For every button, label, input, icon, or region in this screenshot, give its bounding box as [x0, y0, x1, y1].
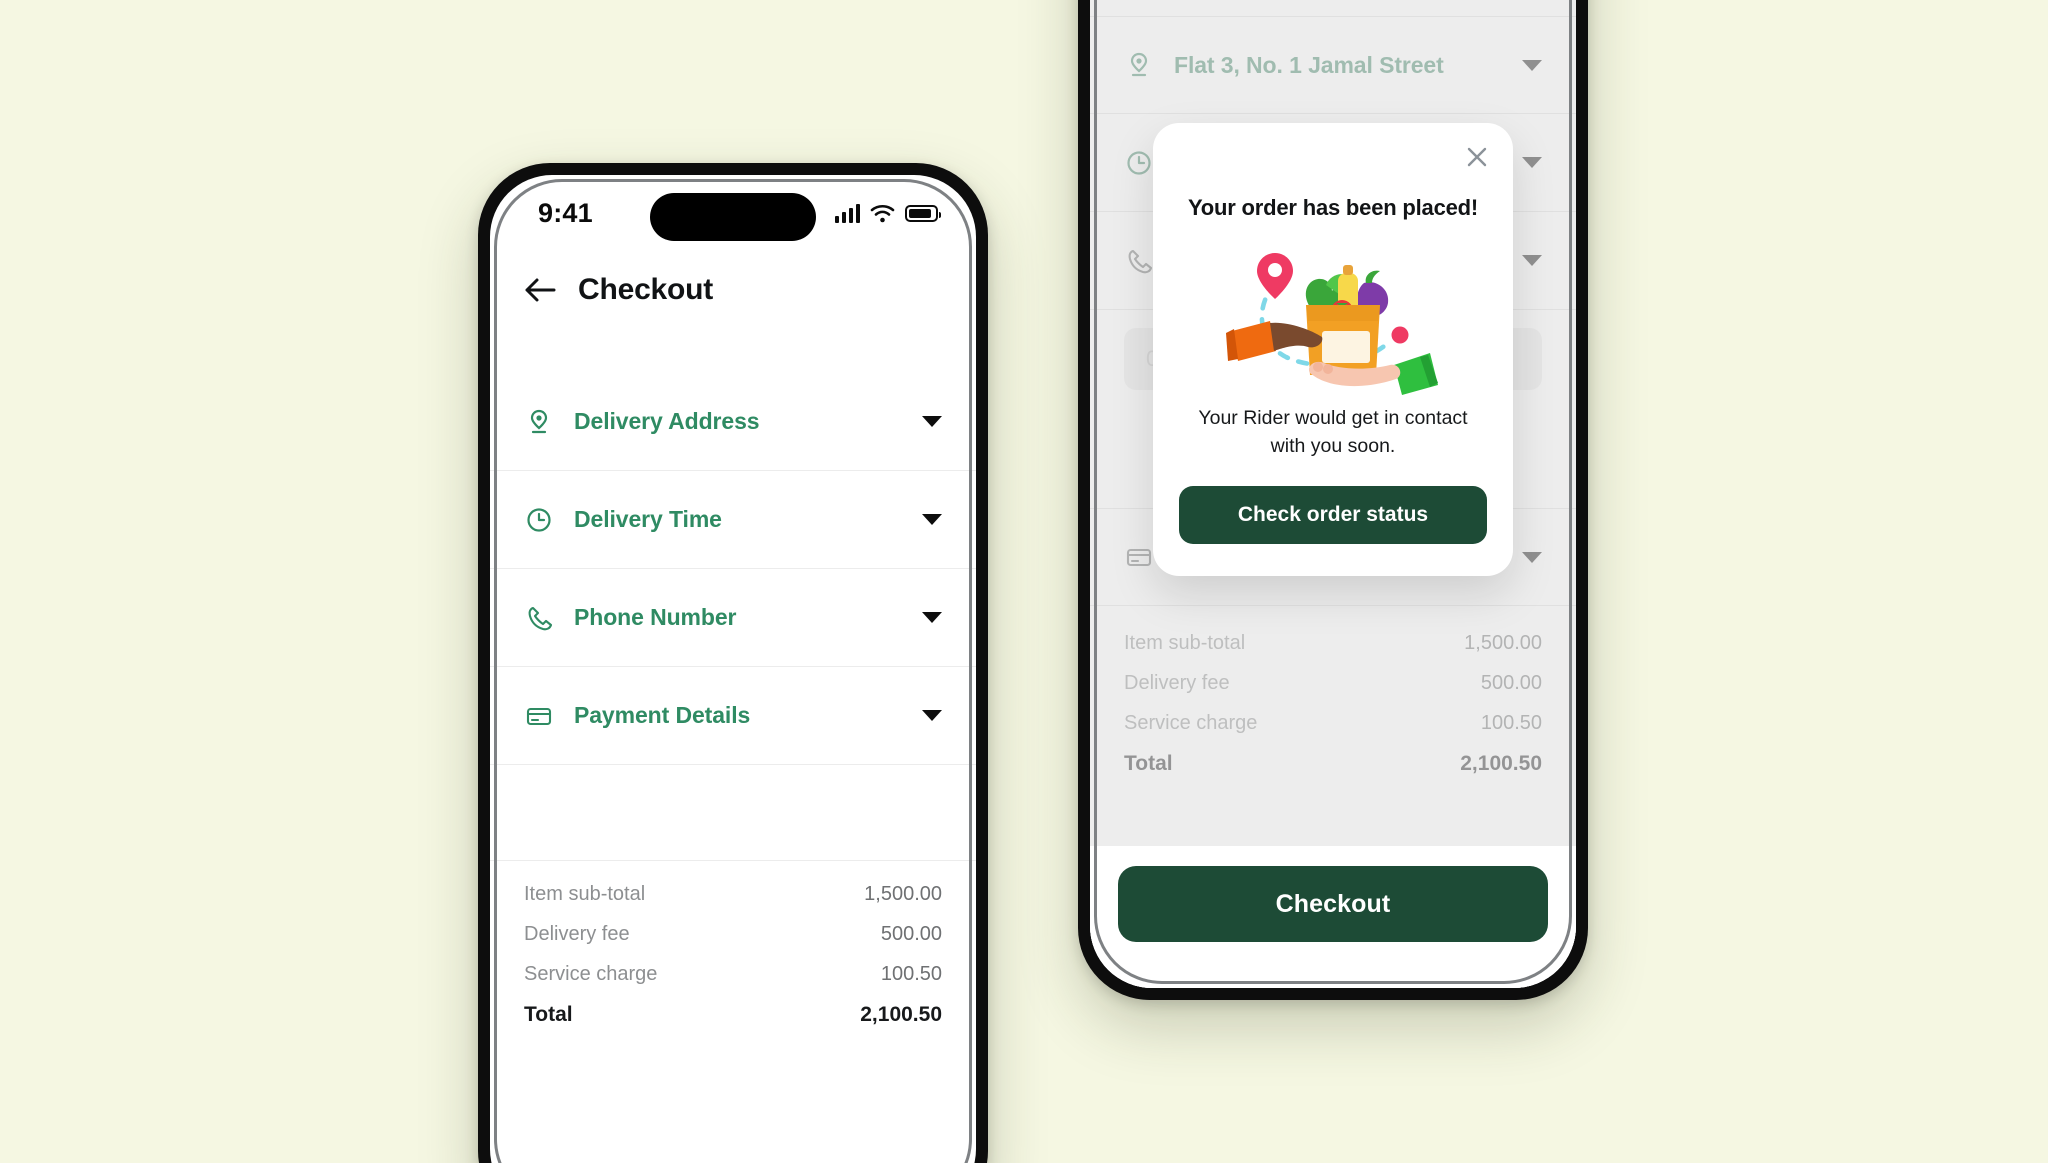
row-phone-number[interactable]: Phone Number [490, 569, 976, 667]
summary-label: Service charge [524, 963, 658, 985]
phone-right-screen: Checkout Flat 3, No. 1 Jamal Street [1090, 0, 1576, 988]
status-time: 9:41 [538, 197, 593, 228]
row-label-payment: Payment Details [574, 702, 751, 728]
row-delivery-address[interactable]: Delivery Address [490, 373, 976, 471]
summary-line: Delivery fee 500.00 [524, 923, 942, 946]
modal-body-text: Your Rider would get in contact with you… [1198, 407, 1468, 457]
screenshot-canvas: Checkout Flat 3, No. 1 Jamal Street [0, 0, 2048, 1163]
modal-title: Your order has been placed! [1187, 195, 1479, 220]
summary-total-value: 2,100.50 [860, 1003, 942, 1026]
summary-line: Service charge 100.50 [524, 963, 942, 986]
row-delivery-time[interactable]: Delivery Time [490, 471, 976, 569]
summary-label: Delivery fee [524, 923, 630, 945]
row-payment-details[interactable]: Payment Details [490, 667, 976, 765]
row-label-time: Delivery Time [574, 506, 722, 532]
summary-line: Item sub-total 1,500.00 [524, 883, 942, 906]
summary-value: 500.00 [880, 923, 942, 945]
summary-total-label: Total [524, 1003, 573, 1026]
chevron-down-icon[interactable] [922, 416, 942, 427]
summary-value: 1,500.00 [864, 883, 942, 905]
row-label-phone: Phone Number [574, 604, 737, 630]
checkout-button[interactable]: Checkout [1118, 866, 1548, 942]
location-pin-icon [530, 409, 548, 433]
row-label-address: Delivery Address [574, 408, 760, 434]
phone-handset-icon [528, 606, 553, 630]
phone-left: 9:41 Checkout Delivery Address Delivery … [478, 163, 988, 1163]
credit-card-icon [526, 707, 552, 725]
cellular-bars-icon [834, 203, 860, 223]
chevron-down-icon[interactable] [922, 514, 942, 525]
summary-total-row: Total 2,100.50 [524, 1003, 942, 1027]
summary-label: Item sub-total [524, 883, 646, 905]
phone-right: Checkout Flat 3, No. 1 Jamal Street [1078, 0, 1588, 1000]
clock-icon [527, 507, 551, 532]
left-accordion-list: Delivery Address Delivery Time Phone Num… [490, 373, 976, 861]
status-bar: 9:41 [490, 175, 976, 251]
grocery-bag-handoff-illustration [1226, 253, 1438, 395]
phone-left-screen: 9:41 Checkout Delivery Address Delivery … [490, 175, 976, 1163]
left-order-summary: Item sub-total 1,500.00 Delivery fee 500… [490, 861, 976, 1027]
chevron-down-icon[interactable] [922, 612, 942, 623]
right-bottom-bar: Checkout [1090, 846, 1576, 988]
summary-value: 100.50 [880, 963, 942, 985]
section-spacer [490, 765, 976, 861]
close-x-icon[interactable] [1463, 143, 1491, 171]
chevron-down-icon[interactable] [922, 710, 942, 721]
back-arrow-icon[interactable] [524, 276, 556, 304]
wifi-icon [870, 204, 895, 222]
page-title: Checkout [578, 273, 714, 306]
battery-icon [905, 204, 941, 222]
order-placed-modal: Your order has been placed! Your Rider w… [1153, 123, 1513, 577]
left-app-header: Checkout [490, 251, 976, 337]
dynamic-island [650, 193, 816, 241]
check-order-status-button[interactable]: Check order status [1179, 486, 1487, 545]
status-indicators [834, 203, 941, 223]
